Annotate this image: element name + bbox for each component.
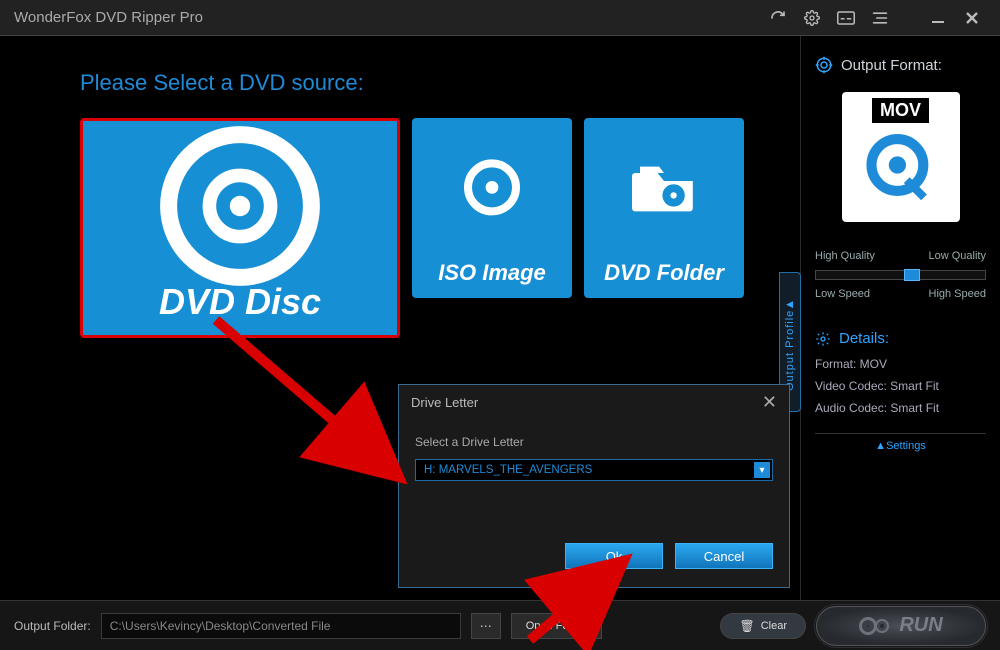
output-folder-path[interactable]: C:\Users\Kevincy\Desktop\Converted File: [101, 613, 461, 639]
low-quality-label: Low Quality: [929, 250, 986, 262]
dvd-folder-tile[interactable]: DVD Folder: [584, 118, 744, 298]
slider-thumb[interactable]: [904, 269, 920, 281]
run-button-label: RUN: [899, 614, 942, 637]
dialog-title: Drive Letter: [411, 395, 478, 410]
detail-audio: Audio Codec: Smart Fit: [815, 401, 986, 415]
trash-icon: 🗑: [739, 619, 754, 633]
output-folder-path-text: C:\Users\Kevincy\Desktop\Converted File: [110, 619, 331, 633]
target-icon: [815, 56, 833, 74]
output-format-heading: Output Format:: [815, 56, 986, 74]
drive-letter-value: H: MARVELS_THE_AVENGERS: [424, 464, 592, 476]
dvd-folder-icon: [624, 118, 704, 260]
iso-image-tile[interactable]: ISO Image: [412, 118, 572, 298]
dvd-disc-label: DVD Disc: [159, 281, 321, 323]
output-format-heading-label: Output Format:: [841, 57, 942, 74]
high-quality-label: High Quality: [815, 250, 875, 262]
iso-image-icon: [452, 118, 532, 260]
refresh-icon[interactable]: [764, 4, 792, 32]
quality-top-labels: High Quality Low Quality: [815, 250, 986, 262]
dialog-label: Select a Drive Letter: [415, 435, 773, 449]
quicktime-icon: [865, 129, 937, 201]
drive-letter-select[interactable]: H: MARVELS_THE_AVENGERS ▾: [415, 459, 773, 481]
output-format-card[interactable]: MOV: [842, 92, 960, 222]
playlist-icon[interactable]: [866, 4, 894, 32]
app-title: WonderFox DVD Ripper Pro: [14, 9, 758, 26]
clear-button-label: Clear: [761, 620, 787, 632]
details-heading: Details:: [815, 330, 986, 347]
side-panel: Output Format: MOV High Quality Low Qual…: [800, 36, 1000, 600]
minimize-icon[interactable]: [924, 4, 952, 32]
dvd-disc-tile[interactable]: DVD Disc: [80, 118, 400, 338]
quality-bottom-labels: Low Speed High Speed: [815, 288, 986, 300]
run-button[interactable]: RUN: [816, 606, 986, 646]
subtitle-icon[interactable]: [832, 4, 860, 32]
settings-expand[interactable]: ▲Settings: [815, 433, 986, 452]
source-tiles: DVD Disc ISO Image DVD Folder: [80, 118, 800, 338]
detail-format: Format: MOV: [815, 357, 986, 371]
cancel-button[interactable]: Cancel: [675, 543, 773, 569]
settings-expand-label: Settings: [886, 440, 926, 452]
clear-button[interactable]: 🗑 Clear: [720, 613, 806, 639]
dvd-disc-icon: [155, 121, 325, 291]
ok-button[interactable]: Ok: [565, 543, 663, 569]
open-folder-label: Open Folder: [526, 620, 587, 632]
settings-gear-icon[interactable]: [798, 4, 826, 32]
high-speed-label: High Speed: [929, 288, 987, 300]
bottom-bar: Output Folder: C:\Users\Kevincy\Desktop\…: [0, 600, 1000, 650]
dropdown-arrow-icon[interactable]: ▾: [754, 462, 770, 478]
dvd-folder-label: DVD Folder: [604, 260, 724, 286]
close-icon[interactable]: [958, 4, 986, 32]
dialog-titlebar: Drive Letter ✕: [399, 385, 789, 419]
gear-small-icon: [815, 331, 831, 347]
browse-folder-button[interactable]: ⋯: [471, 613, 501, 639]
open-folder-button[interactable]: Open Folder: [511, 613, 602, 639]
quality-slider[interactable]: [815, 270, 986, 280]
details-heading-label: Details:: [839, 330, 889, 347]
drive-letter-dialog: Drive Letter ✕ Select a Drive Letter H: …: [398, 384, 790, 588]
dialog-close-icon[interactable]: ✕: [762, 392, 777, 413]
title-bar: WonderFox DVD Ripper Pro: [0, 0, 1000, 36]
detail-video: Video Codec: Smart Fit: [815, 379, 986, 393]
run-disc-icon: [859, 617, 889, 635]
source-prompt: Please Select a DVD source:: [80, 70, 800, 96]
output-folder-label: Output Folder:: [14, 619, 91, 633]
output-profile-tab-label: Output Profile: [784, 310, 796, 391]
iso-image-label: ISO Image: [438, 260, 546, 286]
cancel-button-label: Cancel: [704, 549, 744, 564]
ok-button-label: Ok: [606, 549, 623, 564]
low-speed-label: Low Speed: [815, 288, 870, 300]
format-badge: MOV: [872, 98, 929, 123]
